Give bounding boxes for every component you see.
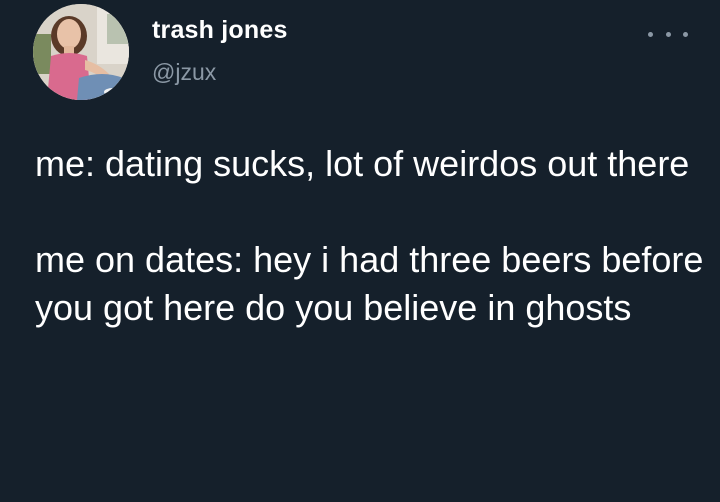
more-dot: [648, 31, 653, 37]
profile-photo-icon: [33, 4, 129, 100]
more-options-icon[interactable]: [648, 22, 688, 46]
tweet-paragraph-2: me on dates: hey i had three beers befor…: [35, 239, 704, 328]
avatar[interactable]: [33, 4, 129, 100]
tweet-text: me: dating sucks, lot of weirdos out the…: [35, 140, 705, 332]
author-handle[interactable]: @jzux: [152, 59, 216, 86]
more-dot: [665, 31, 671, 37]
author-display-name[interactable]: trash jones: [152, 16, 288, 45]
tweet-paragraph-1: me: dating sucks, lot of weirdos out the…: [35, 143, 690, 184]
more-dot: [683, 31, 688, 37]
tweet-card: trash jones @jzux me: dating sucks, lot …: [0, 0, 720, 502]
